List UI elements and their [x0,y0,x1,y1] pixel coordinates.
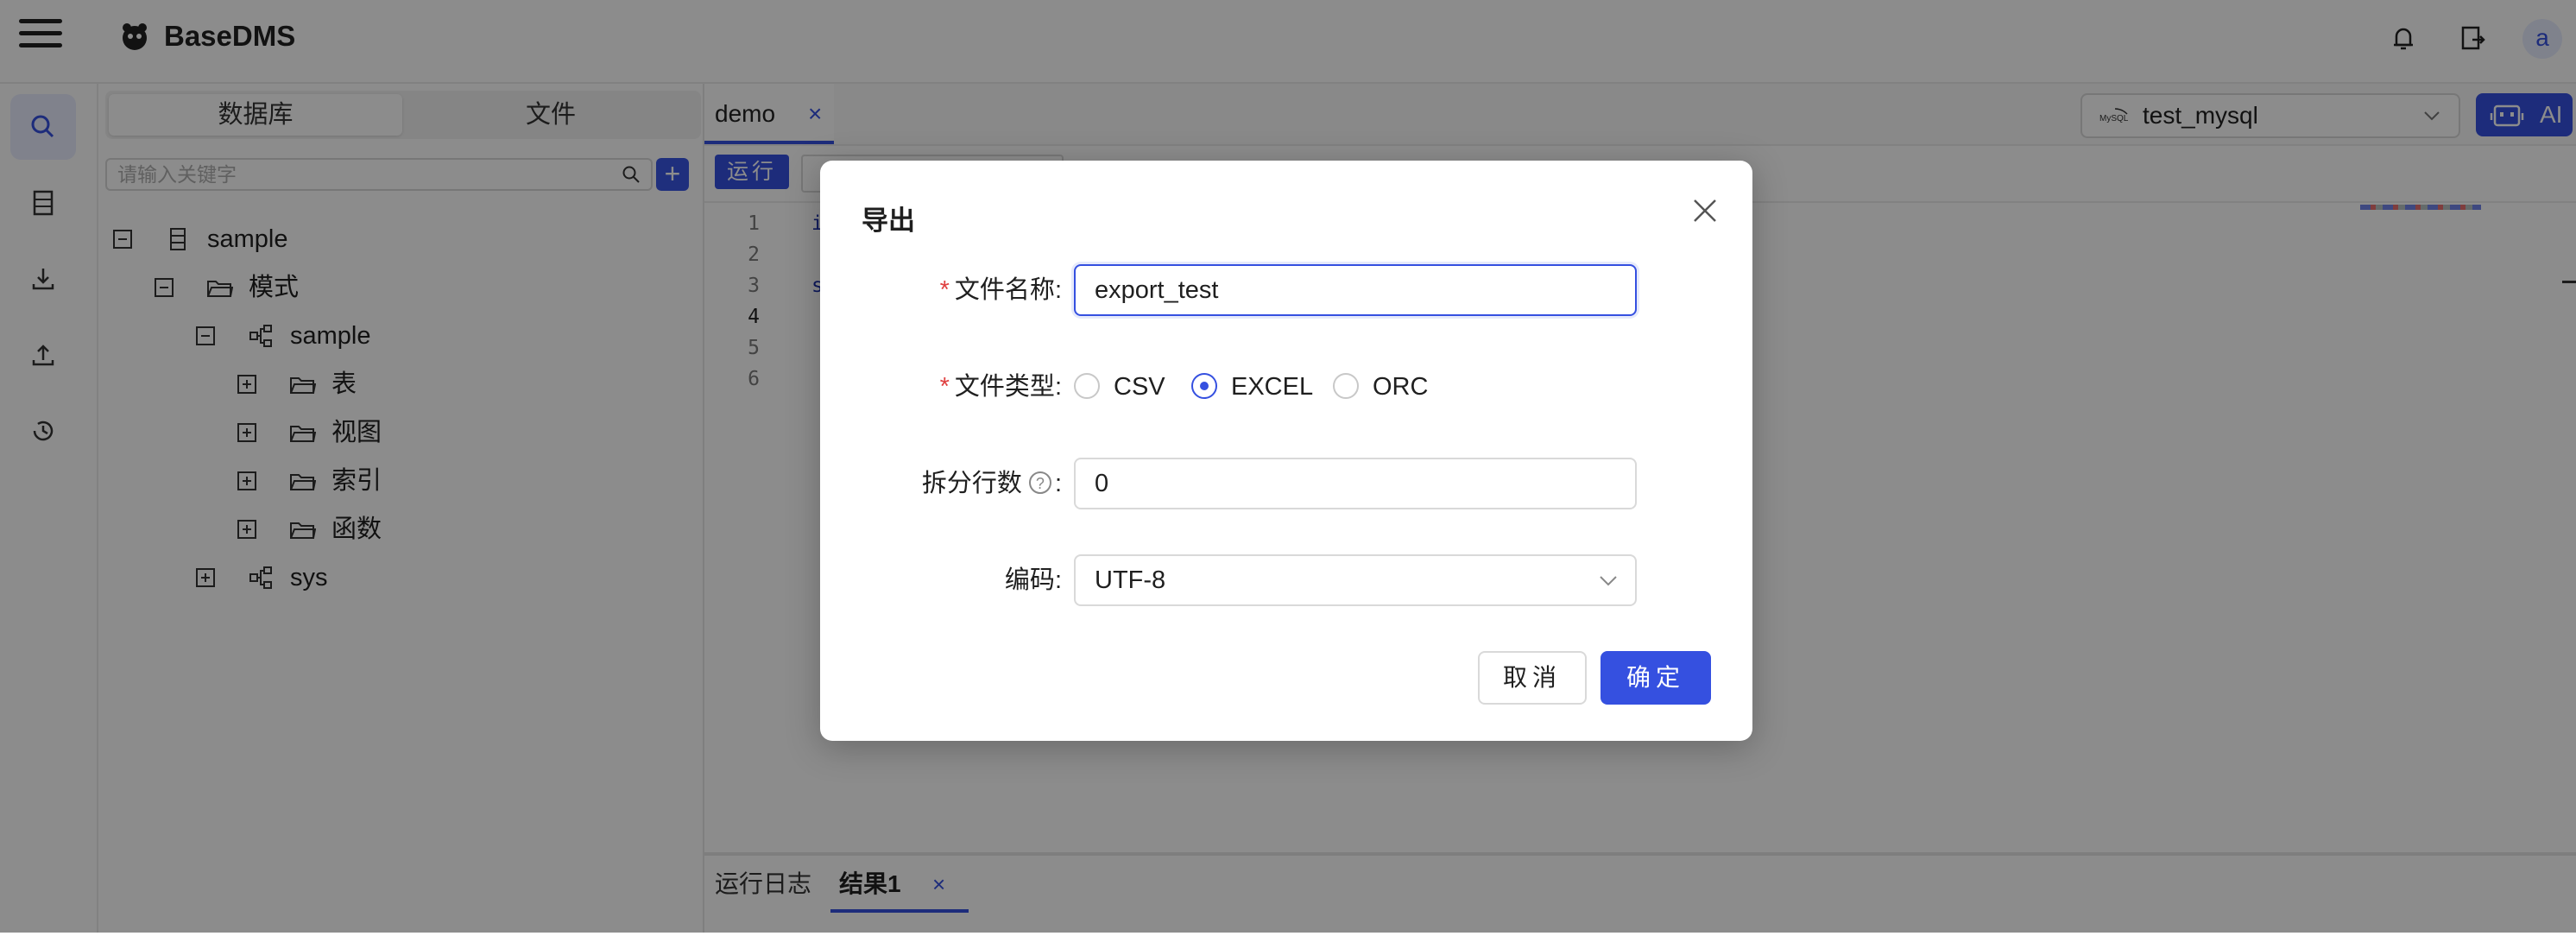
filename-field[interactable] [1074,264,1637,316]
filetype-radio-group: CSV EXCEL ORC [1074,359,1644,414]
encoding-label: 编码: [803,553,1062,608]
filetype-label: * 文件类型: [803,359,1062,414]
colon: : [1054,566,1062,594]
radio-excel[interactable]: EXCEL [1191,359,1321,414]
encoding-label-text: 编码 [1004,566,1055,594]
split-rows-label: 拆分行数?: [803,456,1062,511]
confirm-button[interactable]: 确定 [1601,651,1711,705]
close-icon[interactable] [1688,193,1722,228]
required-marker: * [939,276,950,304]
colon: : [1054,470,1062,497]
chevron-down-icon [1600,576,1617,586]
required-marker: * [939,373,950,401]
radio-button[interactable] [1074,373,1100,399]
split-rows-field[interactable] [1074,458,1637,509]
radio-button-checked[interactable] [1191,373,1217,399]
radio-orc[interactable]: ORC [1333,359,1436,414]
radio-label: CSV [1114,373,1165,401]
dialog-title: 导出 [862,206,915,236]
radio-label: EXCEL [1231,373,1314,401]
radio-label: ORC [1373,373,1429,401]
split-rows-label-text: 拆分行数 [921,470,1022,497]
help-icon[interactable]: ? [1028,471,1051,495]
radio-csv[interactable]: CSV [1074,359,1178,414]
export-dialog: 导出 *文件名称: *文件类型: CSV EXCEL ORC 拆分行数?: 编码… [820,161,1752,741]
encoding-select[interactable]: UTF-8 [1074,554,1637,606]
filename-label: * 文件名称: [803,262,1062,318]
colon: : [1054,276,1062,304]
radio-button[interactable] [1333,373,1359,399]
encoding-value: UTF-8 [1095,566,1166,594]
filename-label-text: 文件名称 [954,276,1055,304]
filetype-label-text: 文件类型 [954,373,1055,401]
cancel-button[interactable]: 取消 [1478,651,1587,705]
colon: : [1054,373,1062,401]
